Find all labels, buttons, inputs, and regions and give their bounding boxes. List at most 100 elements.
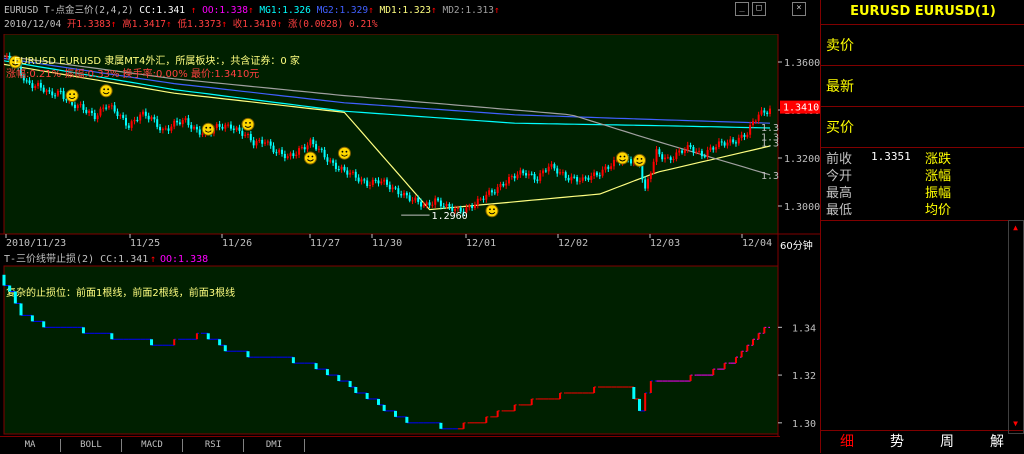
candle-body: [218, 124, 221, 127]
smiley-eye: [640, 158, 643, 160]
header-segment: OO:1.338: [196, 5, 248, 16]
bid-row: 买价: [821, 107, 1024, 148]
candle-body: [368, 184, 371, 186]
y-tick-label: 1.3000: [784, 202, 820, 213]
candle-body: [249, 134, 252, 141]
candle-body: [740, 134, 743, 138]
candle-body: [757, 114, 760, 121]
stop-loss-indicator-chart[interactable]: T-三价线带止损(2) CC:1.341 ↑ OO:1.338 复杂的止损位：前面1根…: [0, 252, 820, 436]
candle-body: [522, 170, 525, 174]
candle-body: [649, 173, 652, 180]
header-segment: 涨(0.0028): [282, 19, 344, 30]
panel-scrollbar[interactable]: ▲ ▼: [1008, 220, 1024, 434]
candle-body: [187, 118, 190, 126]
bid-label: 买价: [826, 120, 854, 136]
prev-close-value: 1.3351: [871, 150, 911, 163]
smiley-eye: [205, 126, 208, 129]
candle-body: [167, 128, 170, 131]
candle-body: [59, 90, 62, 92]
candle-body: [232, 128, 235, 130]
header-segment: ↑: [493, 5, 500, 16]
header-segment: 2010/12/04: [4, 19, 62, 30]
period-label[interactable]: 60分钟: [780, 237, 813, 252]
candle-body: [303, 147, 306, 150]
smiley-eye: [73, 93, 75, 95]
tab-macd[interactable]: MACD: [122, 439, 183, 452]
main-price-chart[interactable]: 1.36001.34001.32001.30002010/11/2311/251…: [0, 34, 820, 252]
tab-boll[interactable]: BOLL: [61, 439, 122, 452]
smiley-marker: [485, 204, 499, 218]
scroll-down-icon[interactable]: ▼: [1011, 419, 1020, 428]
panel-tab-week[interactable]: 周: [923, 432, 971, 452]
x-tick-label: 12/01: [466, 238, 496, 249]
ohlc-values-line: 2010/12/04 开1.3383↑ 高1.3417↑ 低1.3373↑ 收1…: [4, 16, 378, 30]
tab-rsi[interactable]: RSI: [183, 439, 244, 452]
candle-body: [516, 174, 519, 179]
panel-tab-trend[interactable]: 势: [873, 432, 921, 452]
panel-title: EURUSD EURUSD(1): [821, 0, 1024, 25]
candle-body: [598, 175, 601, 177]
candle-body: [337, 168, 340, 170]
x-tick-label: 12/02: [558, 238, 588, 249]
candle-body: [275, 152, 278, 154]
candle-body: [190, 125, 193, 129]
candle-body: [675, 152, 678, 159]
minimize-button[interactable]: _: [735, 2, 749, 16]
maximize-button[interactable]: □: [752, 2, 766, 16]
candle-body: [513, 176, 516, 179]
candle-body: [490, 190, 493, 193]
candle-body: [686, 145, 689, 151]
tab-ma[interactable]: MA: [0, 439, 61, 452]
candle-body: [746, 134, 749, 137]
close-button[interactable]: ×: [792, 2, 806, 16]
candle-body: [496, 187, 499, 193]
x-tick-label: 11/27: [310, 238, 340, 249]
candle-body: [422, 205, 425, 207]
candle-body: [76, 105, 79, 109]
panel-divider: [821, 220, 1024, 221]
candle-body: [604, 166, 607, 170]
candle-body: [102, 107, 105, 109]
stats-block: 前收 1.3351 涨跌 今开 涨幅 最高 振幅 最低 均价: [821, 148, 1024, 220]
candle-body: [258, 139, 261, 142]
candle-body: [229, 124, 232, 129]
candle-body: [320, 148, 323, 150]
candle-body: [403, 192, 406, 196]
smiley-marker: [99, 84, 113, 98]
candle-body: [553, 164, 556, 169]
panel-tab-divider: [821, 430, 1024, 431]
x-tick-label: 12/04: [742, 238, 772, 249]
candle-body: [658, 149, 661, 155]
x-tick-label: 11/30: [372, 238, 402, 249]
smiley-eye: [619, 155, 622, 158]
panel-tab-detail[interactable]: 细: [823, 432, 871, 452]
scroll-up-icon[interactable]: ▲: [1011, 223, 1020, 232]
panel-tab-analysis[interactable]: 解: [973, 432, 1021, 452]
header-segment: ↑: [185, 5, 197, 16]
candle-body: [366, 180, 369, 186]
candle-body: [434, 198, 437, 205]
candle-body: [445, 204, 448, 207]
candle-body: [56, 90, 59, 96]
candle-body: [312, 139, 315, 145]
candle-body: [567, 177, 570, 181]
candle-body: [374, 179, 377, 181]
candle-body: [195, 126, 198, 130]
candle-body: [411, 200, 414, 202]
candle-body: [499, 183, 502, 188]
candle-body: [709, 147, 712, 151]
candle-body: [715, 147, 718, 150]
candle-body: [587, 177, 590, 180]
candle-body: [326, 157, 329, 162]
candle-body: [45, 90, 48, 92]
candle-body: [681, 150, 684, 153]
candle-body: [669, 157, 672, 160]
candle-body: [655, 149, 658, 162]
candle-body: [332, 160, 335, 163]
header-segment: EURUSD T-点金三价(2,4,2): [4, 5, 134, 16]
candle-body: [737, 137, 740, 144]
candle-body: [42, 87, 45, 92]
tab-dmi[interactable]: DMI: [244, 439, 305, 452]
candle-body: [732, 139, 735, 143]
candle-body: [184, 118, 187, 121]
